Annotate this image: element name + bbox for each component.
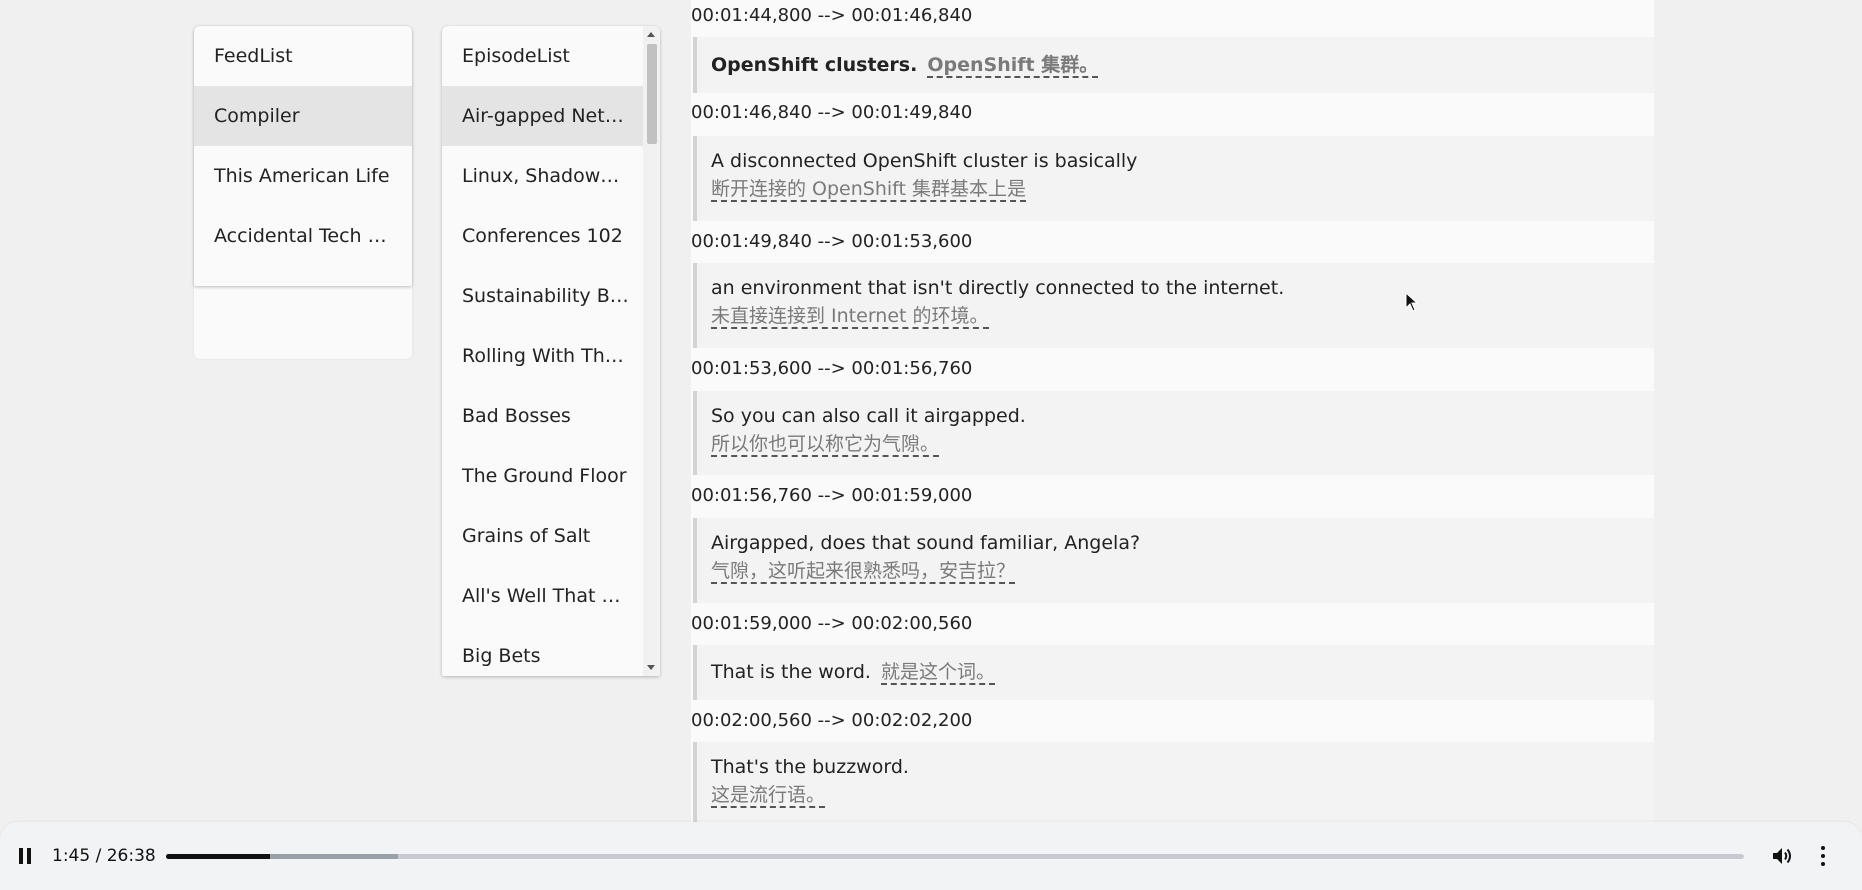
episode-item[interactable]: Conferences 102 [442,206,643,266]
episode-item[interactable]: Air-gapped Net… [442,86,643,146]
episode-list: EpisodeList Air-gapped Net… Linux, Shado… [442,26,660,676]
mouse-cursor-icon [1405,292,1419,312]
cue-block[interactable]: Airgapped, does that sound familiar, Ang… [693,518,1654,603]
feed-item-compiler[interactable]: Compiler [194,86,412,146]
episode-item[interactable]: Linux, Shadow… [442,146,643,206]
scrollbar-thumb[interactable] [647,44,657,144]
scroll-down-arrow-icon[interactable] [647,665,655,670]
cue-english-text: OpenShift clusters. [711,54,918,76]
cue-timestamp: 00:01:59,000 --> 00:02:00,560 [691,603,1654,645]
app-root: FeedList Compiler This American Life Acc… [0,0,1862,890]
progress-played [166,854,271,859]
transcript-panel[interactable]: 00:01:44,800 --> 00:01:46,840 OpenShift … [691,0,1654,822]
cue-english-text: A disconnected OpenShift cluster is basi… [711,150,1138,172]
cue-block[interactable]: OpenShift clusters. OpenShift 集群。 [693,37,1654,93]
episode-item-header[interactable]: EpisodeList [442,26,643,86]
cue-block[interactable]: That's the buzzword. 这是流行语。 [693,742,1654,822]
cue-translation-text[interactable]: 气隙，这听起来很熟悉吗，安吉拉？ [711,560,1016,584]
cue-block[interactable]: an environment that isn't directly conne… [693,263,1654,348]
cue-english-text: That's the buzzword. [711,756,909,778]
episode-item[interactable]: Big Bets [442,626,643,676]
cue-timestamp: 00:01:53,600 --> 00:01:56,760 [691,348,1654,391]
episode-item[interactable]: Bad Bosses [442,386,643,446]
cue-translation-text[interactable]: 所以你也可以称它为气隙。 [711,433,940,457]
episode-item[interactable]: Sustainability B… [442,266,643,326]
audio-player: 1:45 / 26:38 [0,822,1862,890]
feed-list: FeedList Compiler This American Life Acc… [194,26,412,286]
cue-translation-text[interactable]: 这是流行语。 [711,784,826,808]
cue-block[interactable]: A disconnected OpenShift cluster is basi… [693,136,1654,221]
feed-item-accidental-tech-podcast[interactable]: Accidental Tech P… [194,206,412,266]
cue-english-text: So you can also call it airgapped. [711,405,1026,427]
progress-bar[interactable] [166,854,1744,859]
cue-translation-text[interactable]: OpenShift 集群。 [927,54,1099,78]
cue-timestamp: 00:02:00,560 --> 00:02:02,200 [691,700,1654,742]
episode-item[interactable]: Grains of Salt [442,506,643,566]
more-options-icon[interactable] [1820,846,1826,866]
episode-list-scrollbar[interactable] [643,26,660,676]
episode-item[interactable]: The Ground Floor [442,446,643,506]
volume-icon[interactable] [1772,846,1794,866]
cue-translation-text[interactable]: 未直接连接到 Internet 的环境。 [711,305,989,329]
time-display: 1:45 / 26:38 [52,846,156,866]
episode-items: EpisodeList Air-gapped Net… Linux, Shado… [442,26,643,676]
scroll-up-arrow-icon[interactable] [647,32,655,37]
pause-icon[interactable] [18,848,32,864]
feed-item-this-american-life[interactable]: This American Life [194,146,412,206]
cue-timestamp: 00:01:44,800 --> 00:01:46,840 [691,0,1654,37]
cue-timestamp: 00:01:49,840 --> 00:01:53,600 [691,221,1654,263]
episode-item[interactable]: All's Well That E… [442,566,643,626]
cue-english-text: Airgapped, does that sound familiar, Ang… [711,532,1141,554]
cue-english-text: an environment that isn't directly conne… [711,277,1285,299]
cue-timestamp: 00:01:56,760 --> 00:01:59,000 [691,475,1654,518]
cue-block[interactable]: So you can also call it airgapped. 所以你也可… [693,391,1654,475]
cue-block[interactable]: That is the word. 就是这个词。 [693,645,1654,700]
cue-timestamp: 00:01:46,840 --> 00:01:49,840 [691,93,1654,136]
feed-item-header[interactable]: FeedList [194,26,412,86]
cue-english-text: That is the word. [711,661,871,683]
cue-translation-text[interactable]: 断开连接的 OpenShift 集群基本上是 [711,178,1027,202]
episode-item[interactable]: Rolling With The… [442,326,643,386]
cue-translation-text[interactable]: 就是这个词。 [881,661,996,685]
